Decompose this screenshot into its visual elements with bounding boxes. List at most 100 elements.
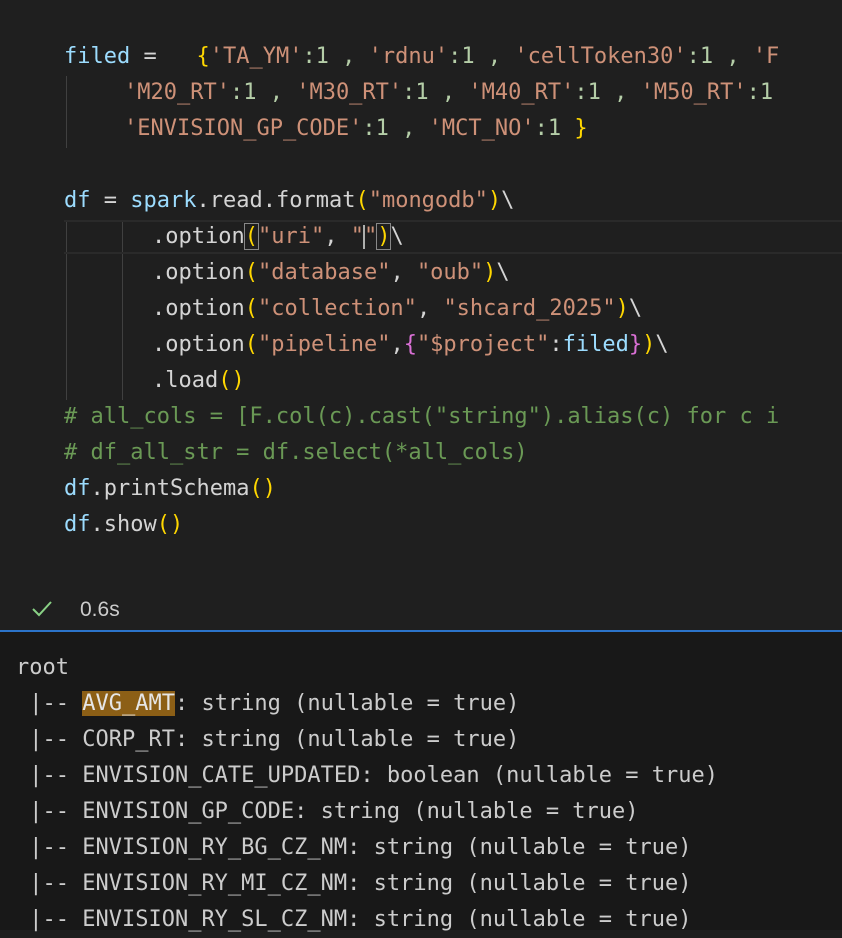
token: ) — [483, 260, 497, 285]
tree-prefix: |-- — [16, 871, 83, 896]
token: ( — [243, 223, 260, 250]
token: " — [363, 224, 378, 249]
token: () — [218, 368, 245, 393]
field-name: ENVISION_CATE_UPDATED — [82, 763, 361, 788]
token: "uri" — [257, 224, 325, 249]
token: \ — [501, 188, 515, 213]
code-line-12[interactable]: df.printSchema() — [64, 471, 276, 507]
code-line-3[interactable]: 'ENVISION_GP_CODE':1 , 'MCT_NO':1 } — [124, 111, 588, 147]
token: :1 , — [686, 44, 753, 69]
token: . — [152, 224, 166, 249]
token: . — [152, 332, 166, 357]
token: filed — [64, 44, 131, 69]
cell-output[interactable]: root |-- AVG_AMT: string (nullable = tru… — [0, 632, 842, 932]
token: } — [574, 116, 588, 141]
search-highlight-match: AVG_AMT — [82, 691, 175, 716]
token: . — [152, 260, 166, 285]
token: "shcard_2025" — [443, 296, 616, 321]
token: df — [64, 188, 91, 213]
token: load — [165, 368, 219, 393]
token: :1 , — [362, 116, 429, 141]
token: df — [64, 476, 91, 501]
token: () — [249, 476, 276, 501]
token: show — [103, 512, 157, 537]
code-line-10-comment[interactable]: # all_cols = [F.col(c).cast("string").al… — [64, 399, 779, 435]
field-name: ENVISION_RY_SL_CZ_NM — [82, 907, 348, 932]
code-line-11-comment[interactable]: # df_all_str = df.select(*all_cols) — [64, 435, 528, 471]
token: ) — [615, 296, 629, 321]
token: "database" — [257, 260, 391, 285]
code-editor[interactable]: filed = {'TA_YM':1 , 'rdnu':1 , 'cellTok… — [0, 0, 842, 590]
field-type: : string (nullable = true) — [174, 691, 520, 716]
schema-row: |-- ENVISION_RY_SL_CZ_NM: string (nullab… — [16, 902, 691, 938]
token: ) — [642, 332, 656, 357]
token: :1 , — [302, 44, 369, 69]
token: "pipeline" — [257, 332, 391, 357]
code-line-2[interactable]: 'M20_RT':1 , 'M30_RT':1 , 'M40_RT':1 , '… — [124, 75, 773, 111]
token: . — [90, 476, 104, 501]
token: () — [156, 512, 184, 537]
cell-status-bar — [0, 590, 842, 630]
code-line-5[interactable]: .option("uri", "")\ — [152, 219, 404, 255]
code-line-6[interactable]: .option("database", "oub")\ — [152, 255, 510, 291]
schema-row: |-- ENVISION_RY_MI_CZ_NM: string (nullab… — [16, 866, 691, 902]
schema-row: |-- AVG_AMT: string (nullable = true) — [16, 686, 519, 722]
field-name: ENVISION_RY_MI_CZ_NM — [82, 871, 348, 896]
code-line-8[interactable]: .option("pipeline",{"$project":filed})\ — [152, 327, 669, 363]
indent-guide — [66, 76, 67, 148]
token: 'M40_RT' — [468, 80, 575, 105]
token: , — [390, 260, 417, 285]
code-line-7[interactable]: .option("collection", "shcard_2025")\ — [152, 291, 642, 327]
token: 'M50_RT' — [640, 80, 747, 105]
token: option — [165, 332, 245, 357]
token: ( — [355, 188, 369, 213]
field-name: ENVISION_GP_CODE — [82, 799, 295, 824]
token: read — [209, 188, 263, 213]
token: ) — [376, 223, 392, 250]
code-line-4[interactable]: df = spark.read.format("mongodb")\ — [64, 183, 514, 219]
token: . — [90, 512, 104, 537]
field-type: : string (nullable = true) — [347, 835, 692, 860]
token: ( — [244, 332, 258, 357]
token: ) — [487, 188, 502, 213]
token: 'TA_YM' — [209, 44, 303, 69]
token: :1 , — [574, 80, 641, 105]
field-name: CORP_RT — [82, 727, 175, 752]
code-line-13[interactable]: df.show() — [64, 507, 183, 543]
token: \ — [496, 260, 510, 285]
token: option — [165, 296, 245, 321]
code-line-1[interactable]: filed = {'TA_YM':1 , 'rdnu':1 , 'cellTok… — [64, 39, 779, 75]
token: 'M20_RT' — [124, 80, 230, 105]
token: format — [275, 188, 356, 213]
token: \ — [655, 332, 669, 357]
token: \ — [628, 296, 643, 321]
token: spark — [130, 188, 197, 213]
tree-prefix: |-- — [16, 763, 83, 788]
token: , — [324, 224, 351, 249]
token: :1 , — [229, 80, 297, 105]
field-name: ENVISION_RY_BG_CZ_NM — [82, 835, 348, 860]
tree-prefix: |-- — [16, 799, 83, 824]
tree-prefix: |-- — [16, 835, 83, 860]
token: { — [403, 332, 417, 357]
code-line-9[interactable]: .load() — [152, 363, 245, 399]
token: \ — [390, 224, 404, 249]
token: ( — [244, 260, 258, 285]
token: "oub" — [416, 260, 484, 285]
token: = — [130, 44, 197, 69]
field-type: : string (nullable = true) — [294, 799, 639, 824]
output-root-label: root — [16, 655, 69, 680]
tree-prefix: |-- — [16, 727, 83, 752]
token: = — [90, 188, 131, 213]
token: 'M30_RT' — [296, 80, 403, 105]
token: df — [64, 512, 91, 537]
token: : — [549, 332, 563, 357]
token: , — [416, 296, 444, 321]
token: :1 , — [402, 80, 469, 105]
token: , — [390, 332, 404, 357]
schema-row: |-- ENVISION_GP_CODE: string (nullable =… — [16, 794, 639, 830]
token: :1 , — [448, 44, 515, 69]
token: "mongodb" — [368, 188, 488, 213]
token: option — [165, 260, 245, 285]
token: } — [628, 332, 643, 357]
